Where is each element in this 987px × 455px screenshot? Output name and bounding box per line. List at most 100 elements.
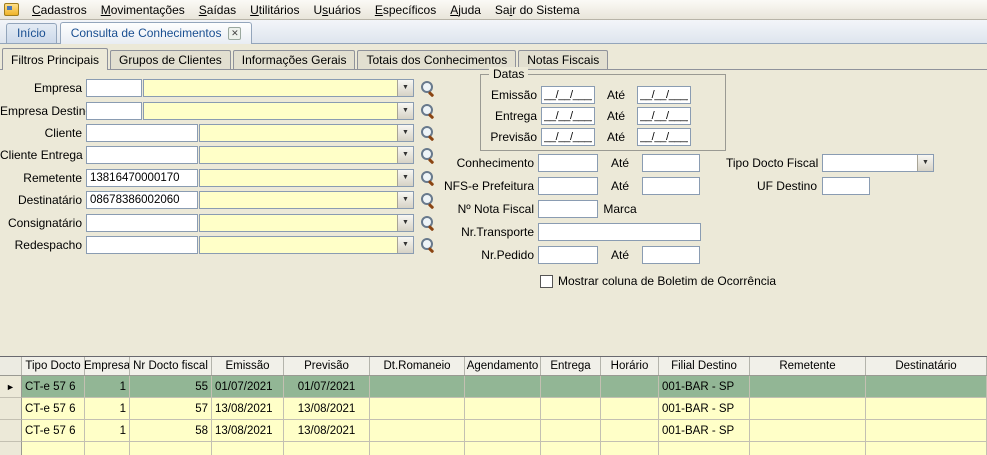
- cell-tipo-docto: CT-e 57 6: [22, 398, 85, 420]
- consignatario-label: Consignatário: [0, 216, 86, 230]
- cell-entrega: [541, 398, 601, 420]
- grid-body: ►CT-e 57 615501/07/202101/07/2021001-BAR…: [0, 376, 987, 455]
- column-header-destinatario[interactable]: Destinatário: [866, 357, 987, 375]
- menu-item-saidas[interactable]: Saídas: [192, 1, 243, 19]
- cell-empty: [284, 442, 370, 455]
- table-row[interactable]: CT-e 57 615813/08/202113/08/2021001-BAR …: [0, 420, 987, 442]
- menu-item-usuarios[interactable]: Usuários: [306, 1, 367, 19]
- subtab-grupos-de-clientes[interactable]: Grupos de Clientes: [110, 50, 231, 69]
- empresa-code-input[interactable]: [86, 79, 142, 97]
- cliente-combo[interactable]: ▼: [199, 124, 414, 142]
- emissao-from-input[interactable]: [541, 86, 595, 104]
- cell-empty: [866, 442, 987, 455]
- filter-rows: Empresa▼Empresa Destino▼Cliente▼Cliente …: [0, 77, 435, 256]
- empresa-destino-code-input[interactable]: [86, 102, 142, 120]
- chevron-down-icon[interactable]: ▼: [397, 103, 413, 119]
- nfs-e-prefeitura-to-input[interactable]: [642, 177, 700, 195]
- cell-destinatario: [866, 376, 987, 398]
- destinatario-code-input[interactable]: [86, 191, 198, 209]
- tab-inicio[interactable]: Início: [6, 23, 57, 43]
- entrega-to-input[interactable]: [637, 107, 691, 125]
- nr-pedido-input[interactable]: [538, 246, 598, 264]
- cliente-code-input[interactable]: [86, 124, 198, 142]
- date-row-emissao: EmissãoAté: [481, 84, 725, 105]
- table-row[interactable]: CT-e 57 615713/08/202113/08/2021001-BAR …: [0, 398, 987, 420]
- subtab-notas-fiscais[interactable]: Notas Fiscais: [518, 50, 608, 69]
- column-header-empresa[interactable]: Empresa: [85, 357, 130, 375]
- datas-rows: EmissãoAtéEntregaAtéPrevisãoAté: [481, 75, 725, 147]
- consignatario-combo[interactable]: ▼: [199, 214, 414, 232]
- cliente-entrega-combo[interactable]: ▼: [199, 146, 414, 164]
- close-icon[interactable]: ✕: [228, 27, 241, 40]
- destinatario-combo[interactable]: ▼: [199, 191, 414, 209]
- search-icon[interactable]: [419, 125, 435, 141]
- menu-item-sair-do-sistema[interactable]: Sair do Sistema: [488, 1, 587, 19]
- nfs-e-prefeitura-input[interactable]: [538, 177, 598, 195]
- column-header-nr-docto-fiscal[interactable]: Nr Docto fiscal: [130, 357, 212, 375]
- search-icon[interactable]: [419, 80, 435, 96]
- column-header-entrega[interactable]: Entrega: [541, 357, 601, 375]
- subtab-filtros-principais[interactable]: Filtros Principais: [2, 48, 108, 70]
- menu-item-utilitarios[interactable]: Utilitários: [243, 1, 306, 19]
- column-header-filial-destino[interactable]: Filial Destino: [659, 357, 750, 375]
- cell-dt-romaneio: [370, 398, 465, 420]
- column-header-previsao[interactable]: Previsão: [284, 357, 370, 375]
- nr-pedido-to-input[interactable]: [642, 246, 700, 264]
- chevron-down-icon[interactable]: ▼: [917, 155, 933, 171]
- boletim-checkbox-label[interactable]: Mostrar coluna de Boletim de Ocorrência: [558, 274, 776, 288]
- application-window: CadastrosMovimentaçõesSaídasUtilitáriosU…: [0, 0, 987, 455]
- empresa-destino-combo[interactable]: ▼: [143, 102, 414, 120]
- column-header-dt-romaneio[interactable]: Dt.Romaneio: [370, 357, 465, 375]
- uf-destino-input[interactable]: [822, 177, 870, 195]
- menu-item-ajuda[interactable]: Ajuda: [443, 1, 488, 19]
- entrega-from-input[interactable]: [541, 107, 595, 125]
- column-header-agendamento[interactable]: Agendamento: [465, 357, 541, 375]
- previsao-to-input[interactable]: [637, 128, 691, 146]
- field-row-n-nota-fiscal: Nº Nota FiscalMarca: [400, 197, 701, 220]
- redespacho-code-input[interactable]: [86, 236, 198, 254]
- row-selector: ►: [0, 376, 22, 398]
- column-header-remetente[interactable]: Remetente: [750, 357, 866, 375]
- cliente-entrega-code-input[interactable]: [86, 146, 198, 164]
- results-grid: Tipo DoctoEmpresaNr Docto fiscalEmissãoP…: [0, 356, 987, 455]
- n-nota-fiscal-label: Nº Nota Fiscal: [400, 202, 538, 216]
- conhecimento-to-input[interactable]: [642, 154, 700, 172]
- chevron-down-icon[interactable]: ▼: [397, 80, 413, 96]
- chevron-down-icon[interactable]: ▼: [397, 125, 413, 141]
- n-nota-fiscal-input[interactable]: [538, 200, 598, 218]
- cell-nr-docto-fiscal: 57: [130, 398, 212, 420]
- emissao-to-input[interactable]: [637, 86, 691, 104]
- remetente-label: Remetente: [0, 171, 86, 185]
- filter-row-destinatario: Destinatário ▼: [0, 189, 435, 211]
- until-label: Até: [595, 88, 637, 102]
- tab-consulta-de-conhecimentos[interactable]: Consulta de Conhecimentos✕: [60, 22, 253, 44]
- column-header-horario[interactable]: Horário: [601, 357, 659, 375]
- cell-filial-destino: 001-BAR - SP: [659, 420, 750, 442]
- field-row-nr-pedido: Nr.PedidoAté: [400, 243, 701, 266]
- redespacho-label: Redespacho: [0, 238, 86, 252]
- previsao-from-input[interactable]: [541, 128, 595, 146]
- nr-transporte-input[interactable]: [538, 223, 701, 241]
- cell-empty: [601, 442, 659, 455]
- row-selector: [0, 442, 22, 455]
- consignatario-code-input[interactable]: [86, 214, 198, 232]
- menu-item-cadastros[interactable]: Cadastros: [25, 1, 94, 19]
- tipo-docto-fiscal-row: Tipo Docto Fiscal ▼: [726, 151, 934, 174]
- menu-item-movimentacoes[interactable]: Movimentações: [94, 1, 192, 19]
- table-row[interactable]: ►CT-e 57 615501/07/202101/07/2021001-BAR…: [0, 376, 987, 398]
- column-header-tipo-docto[interactable]: Tipo Docto: [22, 357, 85, 375]
- remetente-code-input[interactable]: [86, 169, 198, 187]
- subtab-informacoes-gerais[interactable]: Informações Gerais: [233, 50, 356, 69]
- remetente-combo[interactable]: ▼: [199, 169, 414, 187]
- boletim-checkbox[interactable]: [540, 275, 553, 288]
- menu-item-especificos[interactable]: Específicos: [368, 1, 443, 19]
- destinatario-label: Destinatário: [0, 193, 86, 207]
- search-icon[interactable]: [419, 103, 435, 119]
- column-header-emissao[interactable]: Emissão: [212, 357, 284, 375]
- cell-empty: [212, 442, 284, 455]
- cell-empty: [659, 442, 750, 455]
- empresa-combo[interactable]: ▼: [143, 79, 414, 97]
- conhecimento-input[interactable]: [538, 154, 598, 172]
- redespacho-combo[interactable]: ▼: [199, 236, 414, 254]
- tipo-docto-fiscal-combo[interactable]: ▼: [822, 154, 934, 172]
